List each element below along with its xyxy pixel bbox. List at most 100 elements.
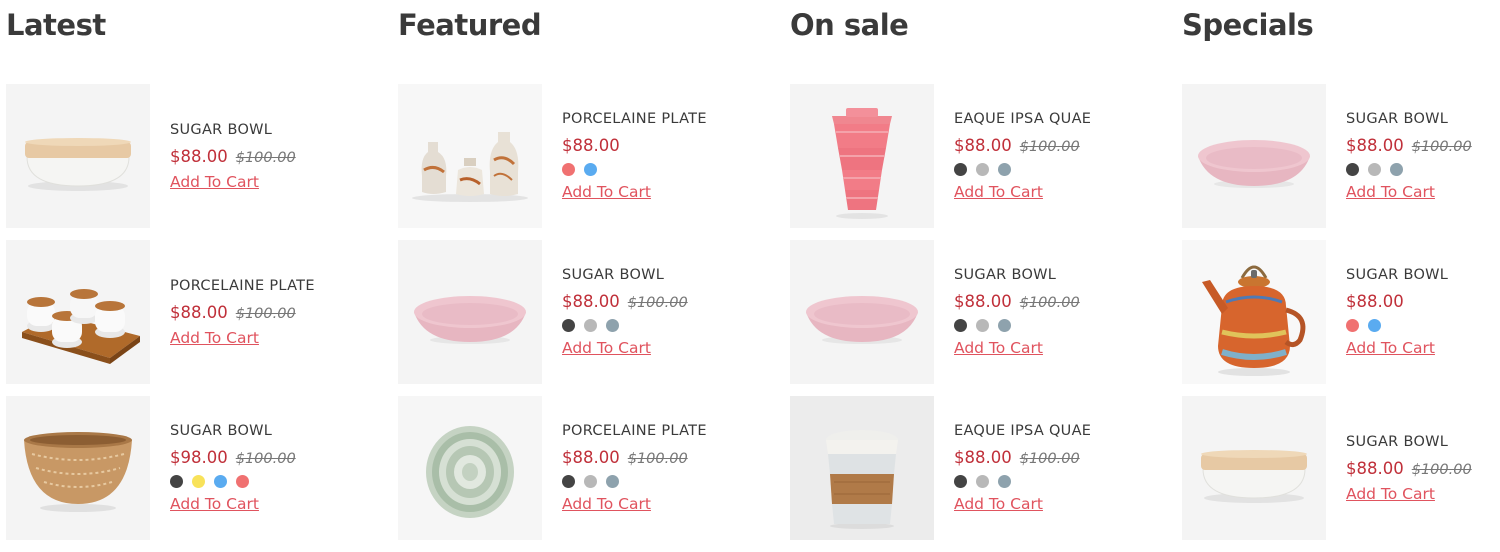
old-price: $100.00 [235,451,296,467]
product-name[interactable]: SUGAR BOWL [170,423,376,439]
add-to-cart-link[interactable]: Add To Cart [954,339,1160,357]
product-thumbnail[interactable] [790,396,934,540]
add-to-cart-link[interactable]: Add To Cart [954,495,1160,513]
ceramic-jars-image [398,84,542,228]
product-card: SUGAR BOWL $88.00 Add To Cart [1182,240,1500,384]
color-swatch[interactable] [214,475,227,488]
add-to-cart-link[interactable]: Add To Cart [562,339,768,357]
product-column: Featured PORCELAINE PLATE $88.00 Add To Car… [398,0,768,552]
color-swatch[interactable] [562,163,575,176]
price-row: $88.00 $100.00 [954,292,1160,311]
color-swatches [954,163,1160,176]
color-swatches [562,475,768,488]
product-card: PORCELAINE PLATE $88.00 $100.00 Add To Cart [6,240,376,384]
color-swatches [170,475,376,488]
product-card: SUGAR BOWL $98.00 $100.00 Add To Cart [6,396,376,540]
product-column: On sale EAQUE IPSA QUAE $88.00 $100.00 Add T… [790,0,1160,552]
product-card: SUGAR BOWL $88.00 $100.00 Add To Cart [1182,84,1500,228]
product-price: $88.00 [1346,292,1404,311]
color-swatch[interactable] [954,163,967,176]
add-to-cart-link[interactable]: Add To Cart [170,495,376,513]
product-name[interactable]: PORCELAINE PLATE [170,278,376,294]
product-name[interactable]: EAQUE IPSA QUAE [954,111,1160,127]
product-card: SUGAR BOWL $88.00 $100.00 Add To Cart [6,84,376,228]
color-swatch[interactable] [562,475,575,488]
color-swatch[interactable] [954,475,967,488]
product-info: PORCELAINE PLATE $88.00 $100.00 Add To Cart [562,396,768,540]
product-info: SUGAR BOWL $88.00 $100.00 Add To Cart [1346,396,1500,540]
product-thumbnail[interactable] [398,396,542,540]
patterned-bowl-image [6,396,150,540]
product-thumbnail[interactable] [1182,396,1326,540]
product-thumbnail[interactable] [6,84,150,228]
product-name[interactable]: PORCELAINE PLATE [562,111,768,127]
color-swatch[interactable] [1346,163,1359,176]
color-swatch[interactable] [170,475,183,488]
color-swatch[interactable] [1368,319,1381,332]
color-swatch[interactable] [584,163,597,176]
color-swatch[interactable] [192,475,205,488]
product-thumbnail[interactable] [1182,84,1326,228]
color-swatches [1346,163,1500,176]
price-row: $88.00 $100.00 [170,147,376,166]
color-swatch[interactable] [1346,319,1359,332]
color-swatch[interactable] [606,475,619,488]
price-row: $88.00 $100.00 [1346,136,1500,155]
product-thumbnail[interactable] [398,240,542,384]
add-to-cart-link[interactable]: Add To Cart [562,183,768,201]
product-name[interactable]: SUGAR BOWL [954,267,1160,283]
product-name[interactable]: SUGAR BOWL [1346,111,1500,127]
add-to-cart-link[interactable]: Add To Cart [954,183,1160,201]
product-price: $88.00 [954,448,1012,467]
color-swatch[interactable] [562,319,575,332]
color-swatch[interactable] [976,319,989,332]
color-swatch[interactable] [976,475,989,488]
add-to-cart-link[interactable]: Add To Cart [562,495,768,513]
price-row: $88.00 $100.00 [170,303,376,322]
product-thumbnail[interactable] [790,84,934,228]
product-name[interactable]: SUGAR BOWL [1346,434,1500,450]
color-swatch[interactable] [954,319,967,332]
teapot-image [1182,240,1326,384]
color-swatch[interactable] [998,163,1011,176]
product-column: Specials SUGAR BOWL $88.00 $100.00 Add To Ca… [1182,0,1500,552]
price-row: $88.00 [562,136,768,155]
product-name[interactable]: SUGAR BOWL [562,267,768,283]
pink-bowl-image [790,240,934,384]
product-thumbnail[interactable] [6,240,150,384]
product-thumbnail[interactable] [790,240,934,384]
product-info: EAQUE IPSA QUAE $88.00 $100.00 Add To Cart [954,396,1160,540]
color-swatch[interactable] [976,163,989,176]
product-thumbnail[interactable] [6,396,150,540]
price-row: $88.00 $100.00 [562,448,768,467]
old-price: $100.00 [627,295,688,311]
color-swatch[interactable] [606,319,619,332]
product-info: EAQUE IPSA QUAE $88.00 $100.00 Add To Cart [954,84,1160,228]
add-to-cart-link[interactable]: Add To Cart [1346,183,1500,201]
color-swatch[interactable] [584,319,597,332]
product-card: SUGAR BOWL $88.00 $100.00 Add To Cart [790,240,1160,384]
product-price: $88.00 [954,292,1012,311]
add-to-cart-link[interactable]: Add To Cart [170,329,376,347]
product-name[interactable]: EAQUE IPSA QUAE [954,423,1160,439]
color-swatch[interactable] [998,319,1011,332]
add-to-cart-link[interactable]: Add To Cart [1346,339,1500,357]
product-name[interactable]: PORCELAINE PLATE [562,423,768,439]
product-name[interactable]: SUGAR BOWL [1346,267,1500,283]
green-plates-image [398,396,542,540]
product-card: PORCELAINE PLATE $88.00 $100.00 Add To Cart [398,396,768,540]
old-price: $100.00 [1019,295,1080,311]
product-thumbnail[interactable] [1182,240,1326,384]
color-swatch[interactable] [1390,163,1403,176]
color-swatches [954,475,1160,488]
old-price: $100.00 [1411,461,1472,478]
product-card: SUGAR BOWL $88.00 $100.00 Add To Cart [1182,396,1500,540]
product-name[interactable]: SUGAR BOWL [170,122,376,138]
color-swatch[interactable] [236,475,249,488]
color-swatch[interactable] [998,475,1011,488]
color-swatch[interactable] [1368,163,1381,176]
add-to-cart-link[interactable]: Add To Cart [1346,485,1500,503]
add-to-cart-link[interactable]: Add To Cart [170,173,376,191]
color-swatch[interactable] [584,475,597,488]
product-thumbnail[interactable] [398,84,542,228]
